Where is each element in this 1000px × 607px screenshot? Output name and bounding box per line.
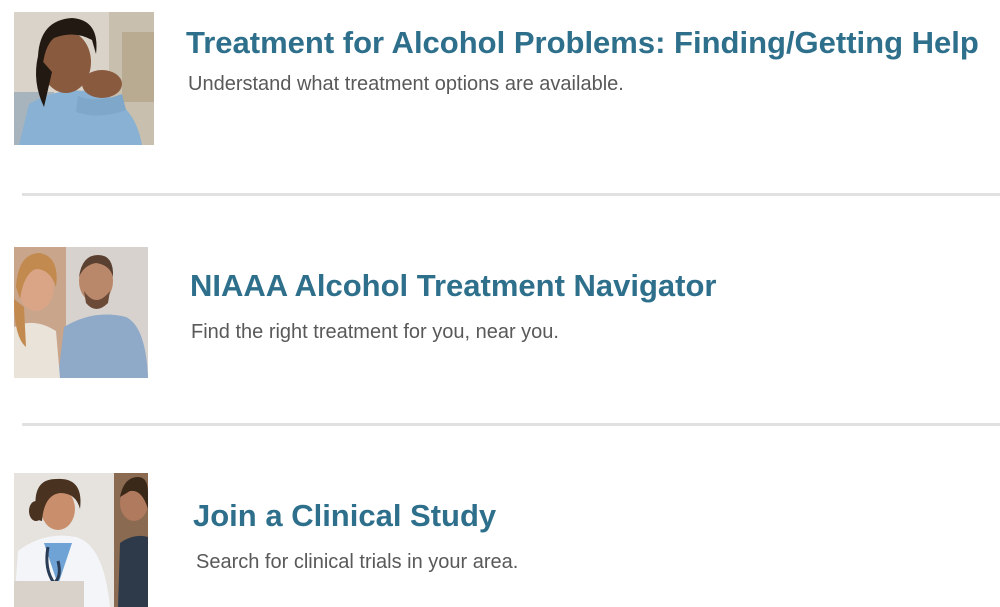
list-item-treatment-help: Treatment for Alcohol Problems: Finding/… bbox=[0, 0, 1000, 190]
treatment-navigator-description: Find the right treatment for you, near y… bbox=[191, 321, 559, 343]
doctor-patient-illustration bbox=[14, 473, 148, 607]
counseling-session-illustration bbox=[14, 247, 148, 378]
clinical-study-description: Search for clinical trials in your area. bbox=[196, 551, 519, 573]
treatment-navigator-link[interactable]: NIAAA Alcohol Treatment Navigator bbox=[190, 268, 717, 304]
woman-thinking-illustration bbox=[14, 12, 154, 145]
woman-thinking-image[interactable] bbox=[14, 12, 154, 145]
doctor-patient-image[interactable] bbox=[14, 473, 148, 607]
counseling-session-image[interactable] bbox=[14, 247, 148, 378]
treatment-help-link[interactable]: Treatment for Alcohol Problems: Finding/… bbox=[186, 25, 979, 61]
treatment-help-description: Understand what treatment options are av… bbox=[188, 73, 624, 95]
clinical-study-link[interactable]: Join a Clinical Study bbox=[193, 498, 496, 534]
list-item-clinical-study: Join a Clinical Study Search for clinica… bbox=[0, 426, 1000, 607]
list-item-treatment-navigator: NIAAA Alcohol Treatment Navigator Find t… bbox=[0, 196, 1000, 422]
resource-list: Treatment for Alcohol Problems: Finding/… bbox=[0, 0, 1000, 607]
